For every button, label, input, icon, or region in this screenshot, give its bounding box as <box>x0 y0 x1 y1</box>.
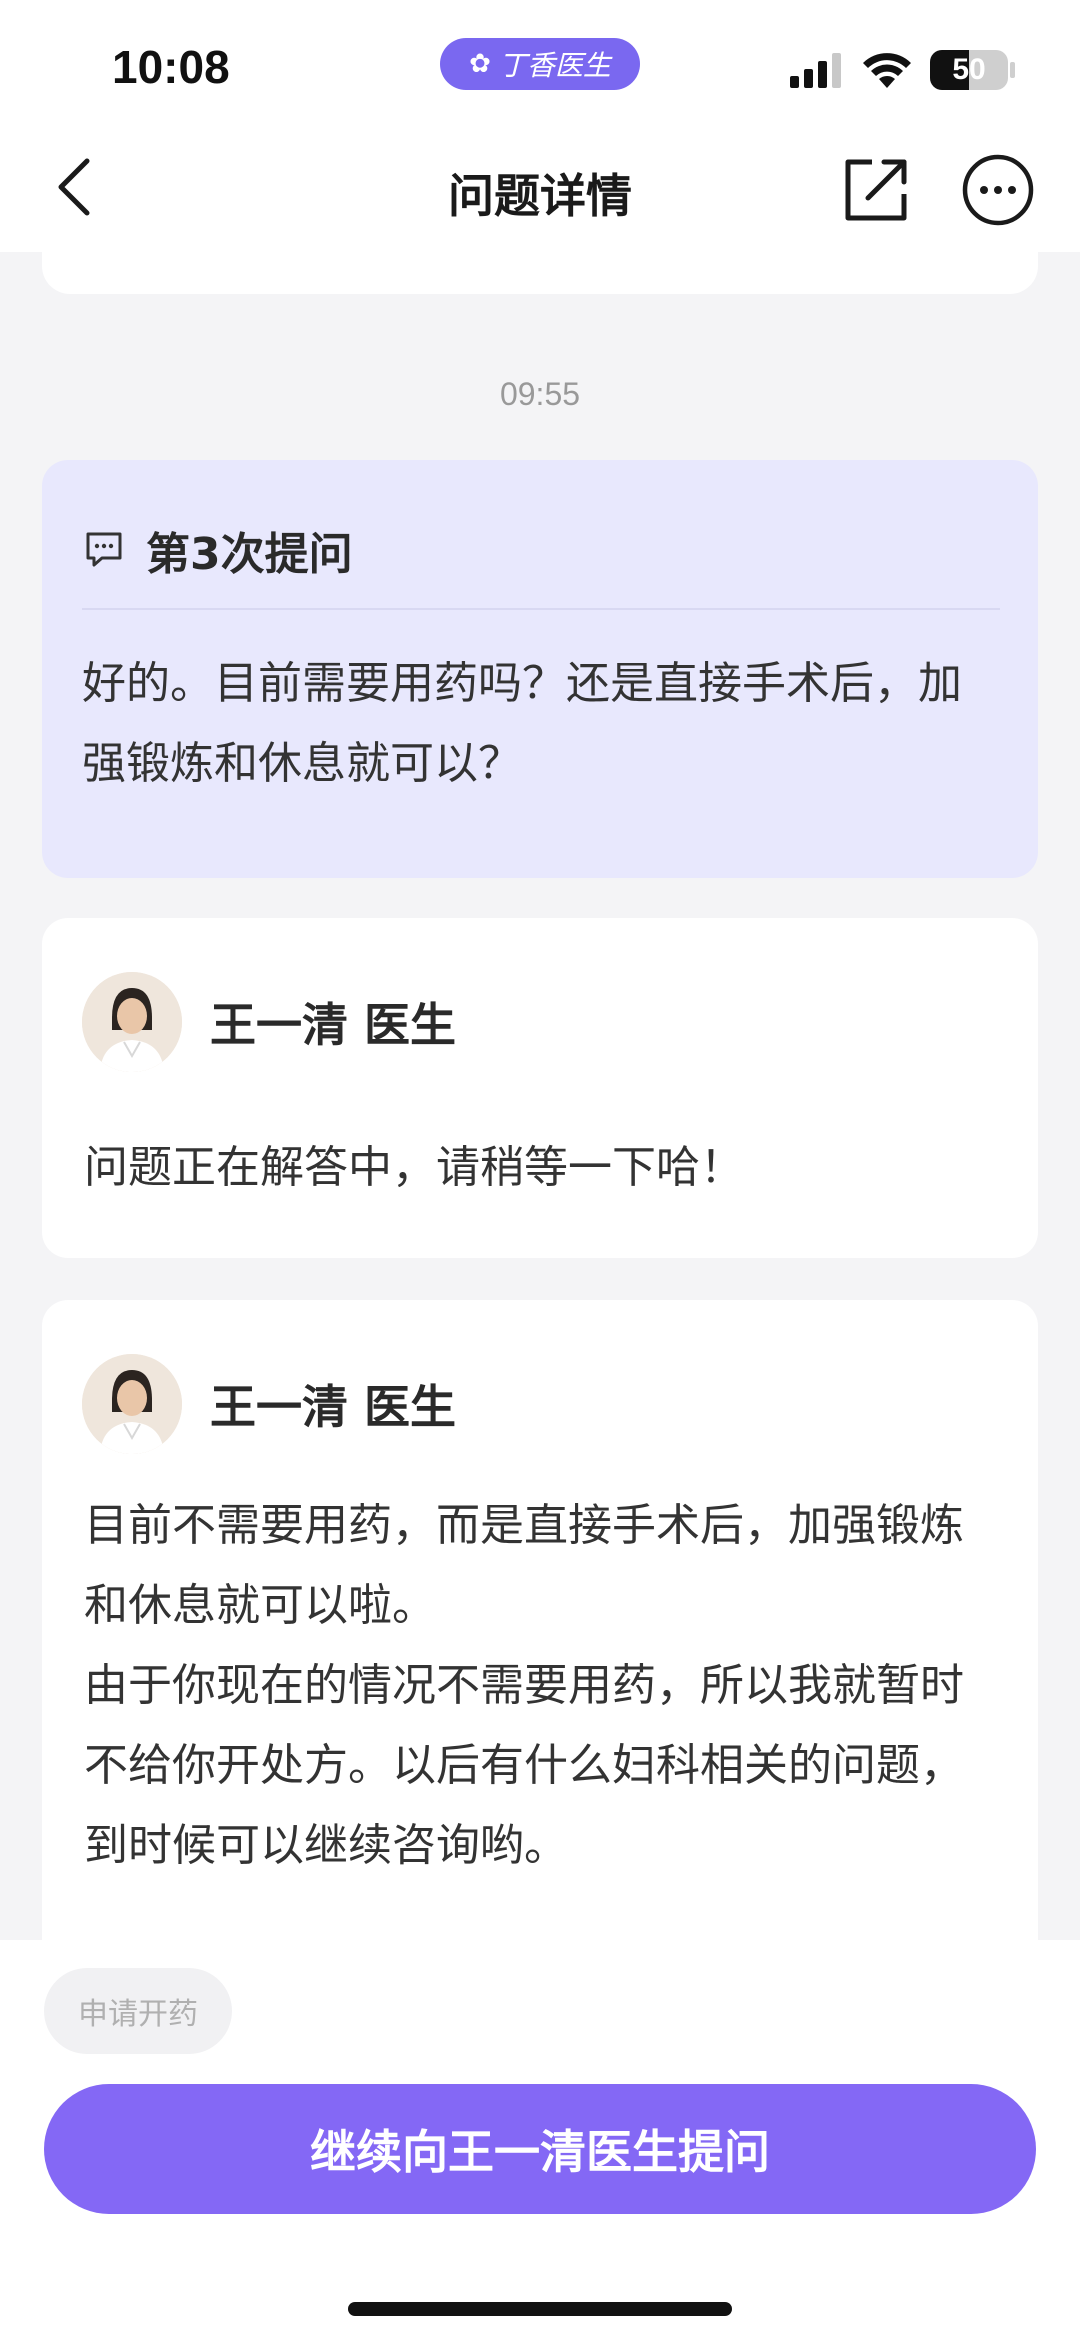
doctor-avatar[interactable] <box>82 972 182 1072</box>
doctor-photo <box>82 1354 182 1454</box>
previous-card <box>42 252 1038 294</box>
share-icon[interactable] <box>838 152 914 228</box>
message-timestamp: 09:55 <box>499 376 581 412</box>
more-icon[interactable] <box>960 152 1036 228</box>
doctor-name: 王一清 医生 <box>210 998 457 1052</box>
doctor-name: 王一清 医生 <box>210 1380 457 1434</box>
leaf-icon: ✿ <box>469 49 491 79</box>
doctor-avatar[interactable] <box>82 1354 182 1454</box>
answer-paragraph: 由于你现在的情况不需要用药，所以我就暂时不给你开处方。以后有什么妇科相关的问题，… <box>84 1660 964 1871</box>
answer-paragraph: 问题正在解答中，请稍等一下哈！ <box>84 1142 744 1193</box>
answer-text: 问题正在解答中，请稍等一下哈！ <box>84 1128 998 1208</box>
battery-icon: 50 <box>930 50 1008 90</box>
page-title: 问题详情 <box>448 169 632 223</box>
answer-card: 王一清 医生 问题正在解答中，请稍等一下哈！ <box>42 918 1038 1258</box>
request-prescription-chip[interactable]: 申请开药 <box>44 1968 232 2054</box>
status-time: 10:08 <box>112 41 230 93</box>
answer-paragraph: 目前不需要用药，而是直接手术后，加强锻炼和休息就可以啦。 <box>84 1500 964 1631</box>
doctor-row[interactable]: 王一清 医生 <box>82 1354 456 1454</box>
battery-percent: 50 <box>952 53 986 86</box>
question-card: 第3次提问 好的。目前需要用药吗？还是直接手术后，加强锻炼和休息就可以？ <box>42 460 1038 878</box>
question-text: 好的。目前需要用药吗？还是直接手术后，加强锻炼和休息就可以？ <box>82 658 962 789</box>
divider <box>82 608 1000 610</box>
answer-text: 目前不需要用药，而是直接手术后，加强锻炼和休息就可以啦。 由于你现在的情况不需要… <box>84 1486 998 1886</box>
status-bar: 10:08 ✿ 丁香医生 50 <box>0 0 1080 130</box>
battery-tip <box>1010 62 1015 78</box>
question-title: 第3次提问 <box>146 529 353 580</box>
app-indicator-label: 丁香医生 <box>498 49 611 82</box>
doctor-row[interactable]: 王一清 医生 <box>82 972 456 1072</box>
cellular-signal-icon <box>790 53 841 88</box>
answer-card: 王一清 医生 目前不需要用药，而是直接手术后，加强锻炼和休息就可以啦。 由于你现… <box>42 1300 1038 1940</box>
home-indicator[interactable] <box>348 2302 732 2316</box>
bottom-action-bar: 申请开药 继续向王一清医生提问 <box>0 1940 1080 2337</box>
screen: 10:08 ✿ 丁香医生 50 问题详情 09:55 第3次提问 好的。目前需要… <box>0 0 1080 2337</box>
chat-bubble-icon <box>86 532 122 567</box>
doctor-photo <box>82 972 182 1072</box>
conversation-scroll[interactable]: 09:55 第3次提问 好的。目前需要用药吗？还是直接手术后，加强锻炼和休息就可… <box>0 252 1080 1940</box>
wifi-icon <box>863 53 911 88</box>
question-header: 第3次提问 <box>84 518 353 582</box>
app-indicator-pill[interactable]: ✿ 丁香医生 <box>440 38 640 90</box>
nav-bar: 问题详情 <box>0 130 1080 252</box>
continue-ask-button[interactable]: 继续向王一清医生提问 <box>44 2084 1036 2214</box>
